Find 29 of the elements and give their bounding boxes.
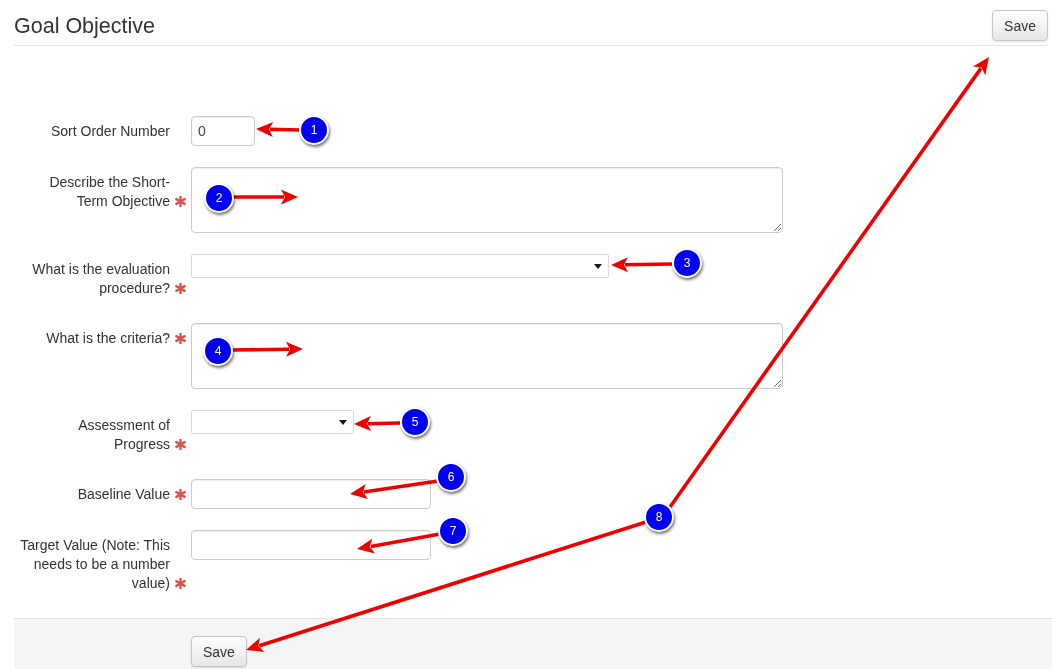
step-marker: 6 [436,462,466,492]
input-field[interactable]: 0 [191,116,255,146]
arrow [232,189,298,205]
step-marker: 3 [672,248,702,278]
step-marker: 5 [400,407,430,437]
field-label: What is the criteria? [45,329,170,348]
page-title: Goal Objective [14,12,155,39]
field-label: Describe the Short-Term Objective [48,173,170,211]
input-field[interactable] [191,530,431,560]
field-label: Target Value (Note: This needs to be a number value) [19,536,170,593]
dropdown-field[interactable] [191,254,609,278]
input-field[interactable] [191,479,431,509]
step-marker: 7 [438,516,468,546]
arrow [256,121,301,137]
field-label: Baseline Value [76,485,170,504]
step-marker: 1 [299,115,329,145]
caret-icon [594,263,602,269]
field-label: Assessment of Progress [77,416,170,454]
arrow [354,416,401,432]
field-label: Sort Order Number [49,122,170,141]
text-area-field[interactable] [191,323,783,389]
arrow [231,341,303,357]
caret-icon [339,419,347,425]
save-button[interactable]: Save [191,636,247,667]
step-marker: 8 [644,502,674,532]
text-area-field[interactable] [191,167,783,233]
field-label: What is the evaluation procedure? [31,260,170,298]
save-button[interactable]: Save [992,10,1048,41]
dropdown-field[interactable] [191,410,354,434]
